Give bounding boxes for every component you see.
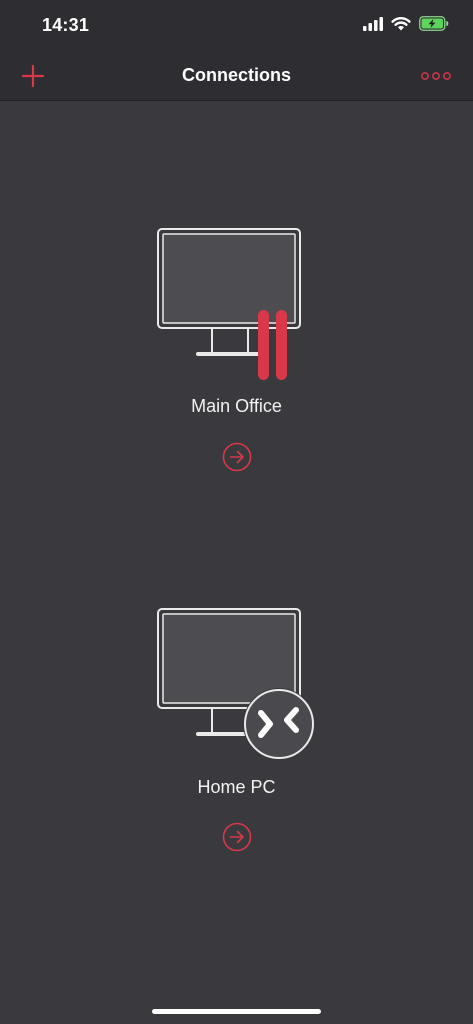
- page-title: Connections: [181, 65, 291, 85]
- arrow-right-circle-icon: [222, 442, 252, 472]
- home-indicator[interactable]: [152, 1009, 321, 1014]
- arrow-right-circle-icon: [222, 822, 252, 852]
- connection-name: Home PC: [197, 777, 276, 797]
- status-icons: [363, 16, 449, 31]
- nav-bar: Connections: [0, 52, 473, 101]
- battery-charging-icon: [419, 16, 449, 31]
- status-time: 14:31: [42, 15, 90, 35]
- more-options-button[interactable]: [421, 69, 451, 83]
- monitor-paused-icon: [157, 228, 301, 380]
- more-options-icon: [421, 72, 451, 80]
- connection-name: Main Office: [191, 396, 282, 416]
- connect-button[interactable]: [222, 822, 252, 852]
- status-bar: 14:31: [0, 0, 473, 52]
- wifi-icon: [391, 17, 411, 31]
- connect-button[interactable]: [222, 442, 252, 472]
- cellular-signal-icon: [363, 16, 383, 31]
- monitor-remote-desktop-icon: [157, 608, 315, 760]
